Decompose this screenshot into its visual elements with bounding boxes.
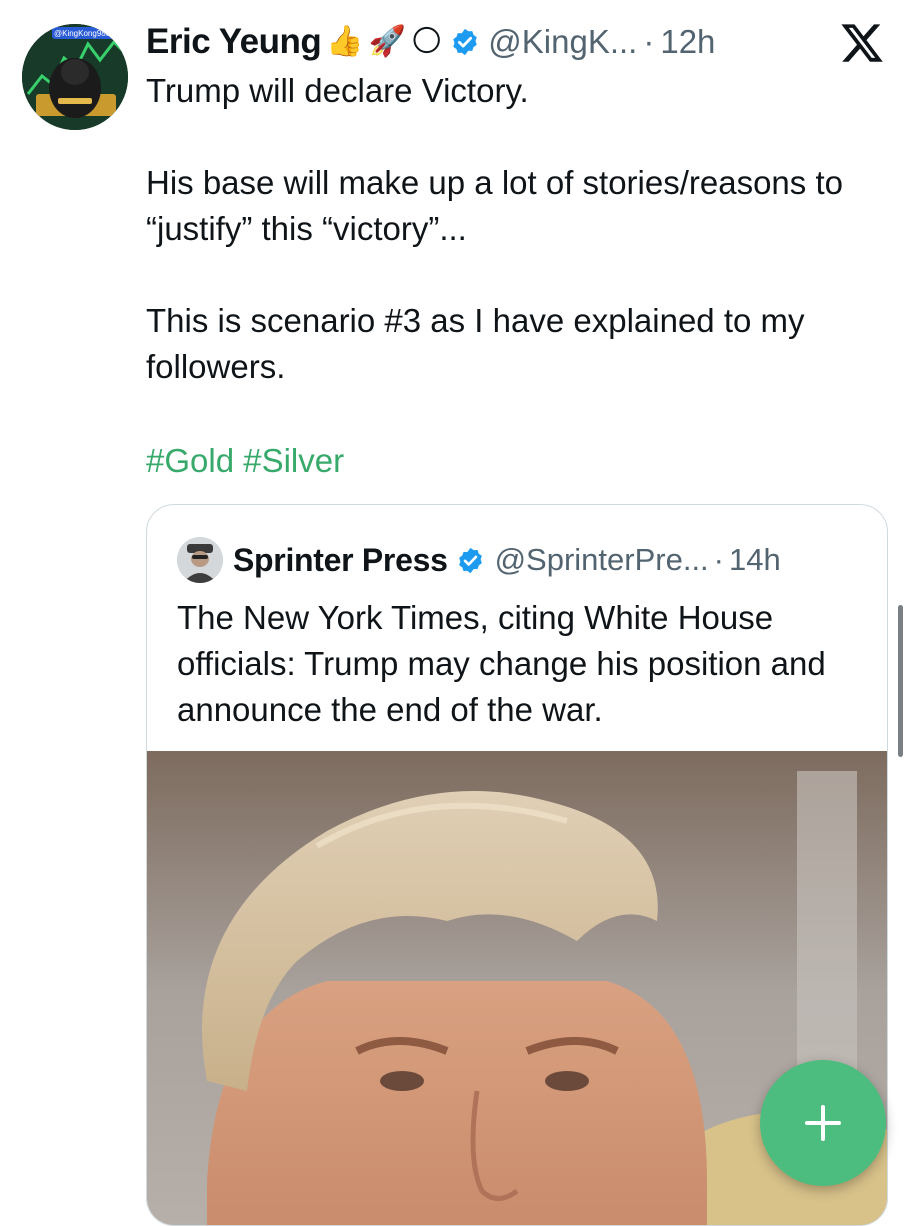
compose-fab-button[interactable]	[760, 1060, 886, 1186]
avatar-watermark: @KingKong9888	[54, 29, 115, 38]
quote-text: The New York Times, citing White House o…	[177, 599, 826, 728]
author-handle[interactable]: @KingK...	[488, 23, 637, 61]
gorilla-avatar-image: @KingKong9888	[22, 24, 128, 130]
quote-avatar-image	[177, 537, 223, 583]
quote-author-name[interactable]: Sprinter Press	[233, 542, 448, 579]
quote-author-handle[interactable]: @SprinterPre...	[495, 542, 709, 578]
plus-icon	[805, 1105, 841, 1141]
author-name[interactable]: Eric Yeung	[146, 22, 322, 62]
author-avatar[interactable]: @KingKong9888	[22, 24, 128, 130]
x-logo-icon[interactable]	[839, 20, 885, 66]
separator-dot: ·	[643, 23, 655, 60]
quote-timestamp[interactable]: 14h	[729, 542, 781, 578]
tweet-timestamp[interactable]: 12h	[660, 23, 715, 61]
verified-badge-icon	[450, 27, 480, 57]
separator-dot: ·	[713, 542, 724, 577]
hashtag-row: #Gold #Silver	[146, 438, 344, 484]
tweet-paragraph: This is scenario #3 as I have explained …	[146, 302, 805, 385]
hashtag-silver-link[interactable]: #Silver	[243, 442, 344, 479]
tweet-text: Trump will declare Victory. His base wil…	[146, 68, 886, 436]
full-moon-emoji-icon: 🌕	[410, 25, 443, 58]
rocket-emoji-icon: 🚀	[368, 25, 406, 58]
hashtag-gold-link[interactable]: #Gold	[146, 442, 234, 479]
scrollbar-thumb[interactable]	[898, 605, 903, 757]
tweet-paragraph: Trump will declare Victory.	[146, 72, 529, 109]
tweet-paragraph: His base will make up a lot of stories/r…	[146, 164, 843, 247]
thumbs-up-emoji-icon: 👍	[326, 25, 364, 58]
quote-header: Sprinter Press @SprinterPre... · 14h	[177, 537, 781, 583]
quote-author-avatar[interactable]	[177, 537, 223, 583]
tweet-header: Eric Yeung 👍 🚀 🌕 @KingK... · 12h	[146, 14, 715, 70]
verified-badge-icon	[456, 546, 485, 575]
